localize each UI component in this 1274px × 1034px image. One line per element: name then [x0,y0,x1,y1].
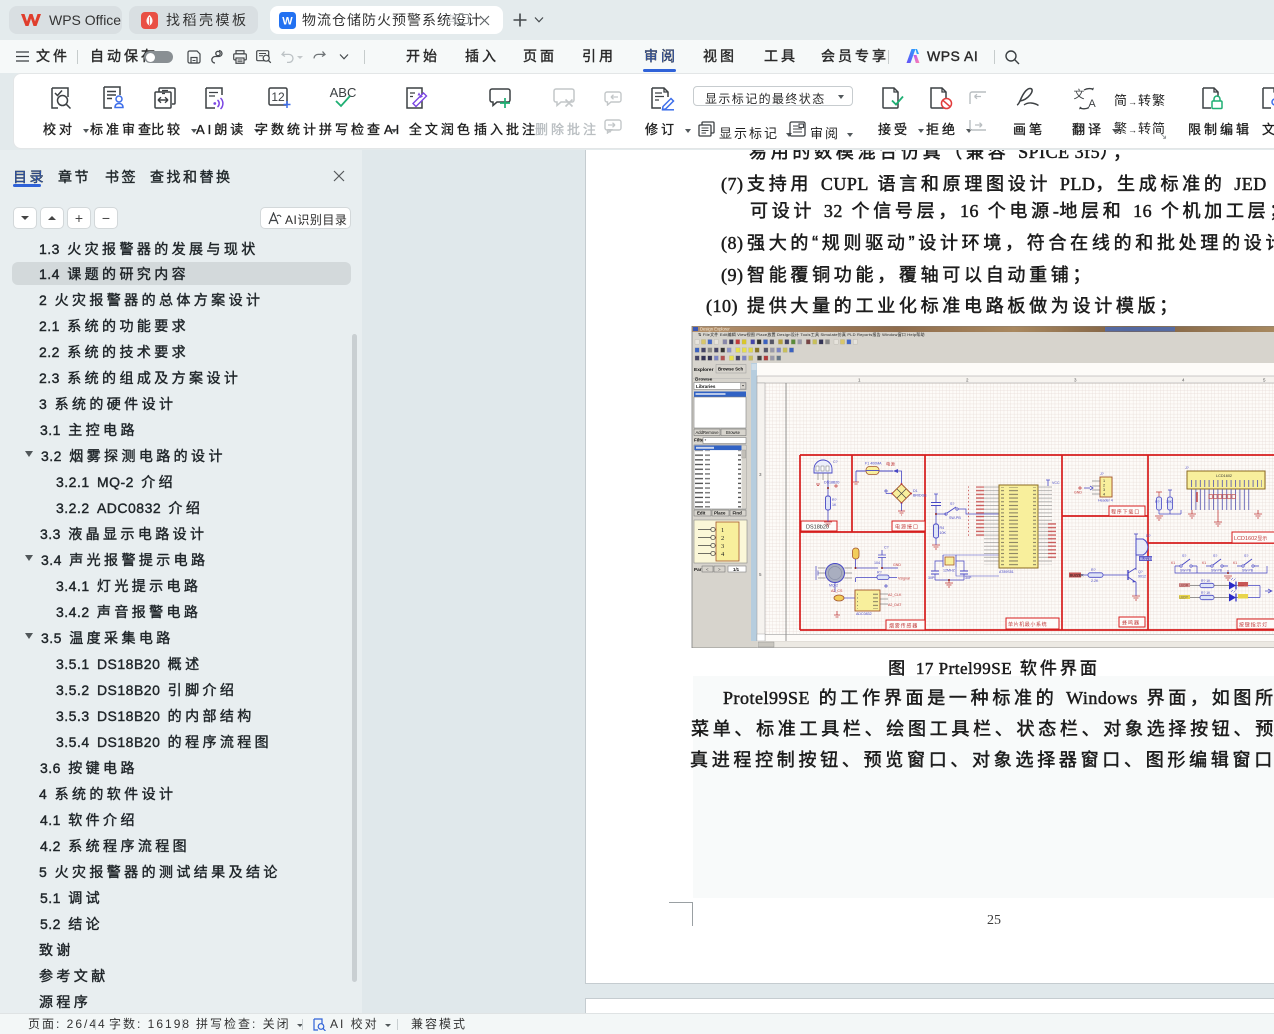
svg-text:D1: D1 [913,489,918,493]
svg-text:10K: 10K [1166,500,1173,504]
svg-text:3: 3 [1103,488,1105,492]
svg-text:程序下载口: 程序下载口 [1111,509,1140,516]
svg-text:12: 12 [271,90,285,104]
svg-text:>: > [718,567,721,572]
svg-text:K1: K1 [1171,561,1175,565]
svg-text:2: 2 [1103,484,1105,488]
svg-text:*: * [705,438,707,443]
svg-text:A: A [1088,98,1096,110]
svg-text:BRIDGE: BRIDGE [913,494,927,498]
svg-text:Place: Place [714,511,726,516]
svg-text:GND: GND [893,563,901,567]
svg-text:AT89S51: AT89S51 [999,570,1014,574]
svg-text:A2_CLK: A2_CLK [888,593,902,597]
svg-text:VCC: VCC [1052,481,1060,485]
svg-text:Explorer: Explorer [694,367,714,373]
svg-text:Browse: Browse [726,430,741,435]
svg-text:10K: 10K [940,531,947,535]
svg-text:BUZZER: BUZZER [1070,574,1084,578]
svg-text:烟雾传感器: 烟雾传感器 [889,623,918,630]
svg-text:A2_DAT: A2_DAT [888,603,902,607]
svg-text:30P: 30P [965,576,972,580]
svg-text:Design Explorer: Design Explorer [700,327,730,332]
svg-text:1/1: 1/1 [733,567,740,572]
svg-text:R?: R? [832,498,837,502]
svg-text:AddRemove: AddRemove [696,430,720,435]
svg-text:R?: R? [1155,500,1159,504]
svg-text:<: < [706,567,709,572]
svg-text:3: 3 [721,543,724,550]
svg-text:DS18B20: DS18B20 [824,481,839,485]
svg-text:Browse: Browse [695,377,713,383]
svg-text:A2_CS: A2_CS [831,589,843,593]
svg-text:R?: R? [877,571,882,575]
svg-text:SW-PB: SW-PB [949,516,961,520]
svg-text:R4: R4 [940,526,945,530]
svg-text:1: 1 [721,527,724,534]
svg-text:C?: C? [833,460,838,464]
svg-text:Vsignal: Vsignal [898,577,910,581]
svg-text:Q?: Q? [1138,570,1143,574]
svg-text:LEDR: LEDR [1180,584,1189,588]
svg-text:J?: J? [1100,472,1104,476]
svg-text:D?: D? [1146,534,1151,538]
svg-text:电源接口: 电源接口 [895,524,919,531]
svg-text:MQ-2: MQ-2 [829,584,838,588]
svg-text:Filte: Filte [694,438,704,443]
svg-text:LCD1602显示: LCD1602显示 [1234,536,1267,542]
svg-text:F1 400MA: F1 400MA [865,462,882,466]
svg-text:DS18b20: DS18b20 [806,525,829,531]
svg-text:104: 104 [874,561,880,565]
svg-text:12MHZ: 12MHZ [943,569,956,573]
svg-text:BUZZER: BUZZER [1140,557,1154,561]
svg-text:1: 1 [1103,479,1105,483]
svg-text:按键指示灯: 按键指示灯 [1239,622,1268,629]
svg-text:Edit: Edit [697,511,706,516]
svg-text:C?: C? [884,546,889,550]
svg-text:SW-PB: SW-PB [1180,569,1192,573]
svg-text:电源: 电源 [886,461,896,468]
svg-text:Header 4: Header 4 [1098,499,1113,503]
svg-text:1K: 1K [832,503,837,507]
svg-text:S?: S? [950,502,954,506]
svg-text:文: 文 [1074,87,1085,101]
svg-text:LEDY: LEDY [1180,596,1189,600]
svg-text:R? 1K: R? 1K [1201,579,1211,583]
svg-text:R?: R? [1091,568,1096,572]
svg-text:J?: J? [1185,466,1189,470]
svg-text:Browse Sch: Browse Sch [718,367,743,372]
svg-text:Libraries: Libraries [696,384,716,389]
svg-text:2.2K: 2.2K [1091,579,1099,583]
svg-text:Find: Find [733,511,743,516]
svg-text:ABC: ABC [330,86,357,100]
svg-text:单片机最小系统: 单片机最小系统 [1008,621,1047,628]
svg-text:蜂鸣器: 蜂鸣器 [1122,620,1140,627]
svg-text:GND: GND [1074,491,1082,495]
svg-text:4: 4 [1103,493,1105,497]
svg-text:R? 1K: R? 1K [1201,591,1211,595]
svg-text:30P: 30P [928,576,935,580]
svg-text:W: W [282,16,293,28]
svg-text:S?: S? [1182,554,1186,558]
svg-text:Par: Par [694,567,702,572]
svg-text:9012: 9012 [1138,575,1146,579]
svg-text:LCD1602: LCD1602 [1216,474,1232,478]
svg-text:ADC0832: ADC0832 [856,612,872,616]
svg-text:⇅ File文件 Edit编辑 View视图 Pla: ⇅ File文件 Edit编辑 View视图 Place放置 Design设计 … [698,331,925,337]
svg-text:2: 2 [721,535,724,542]
